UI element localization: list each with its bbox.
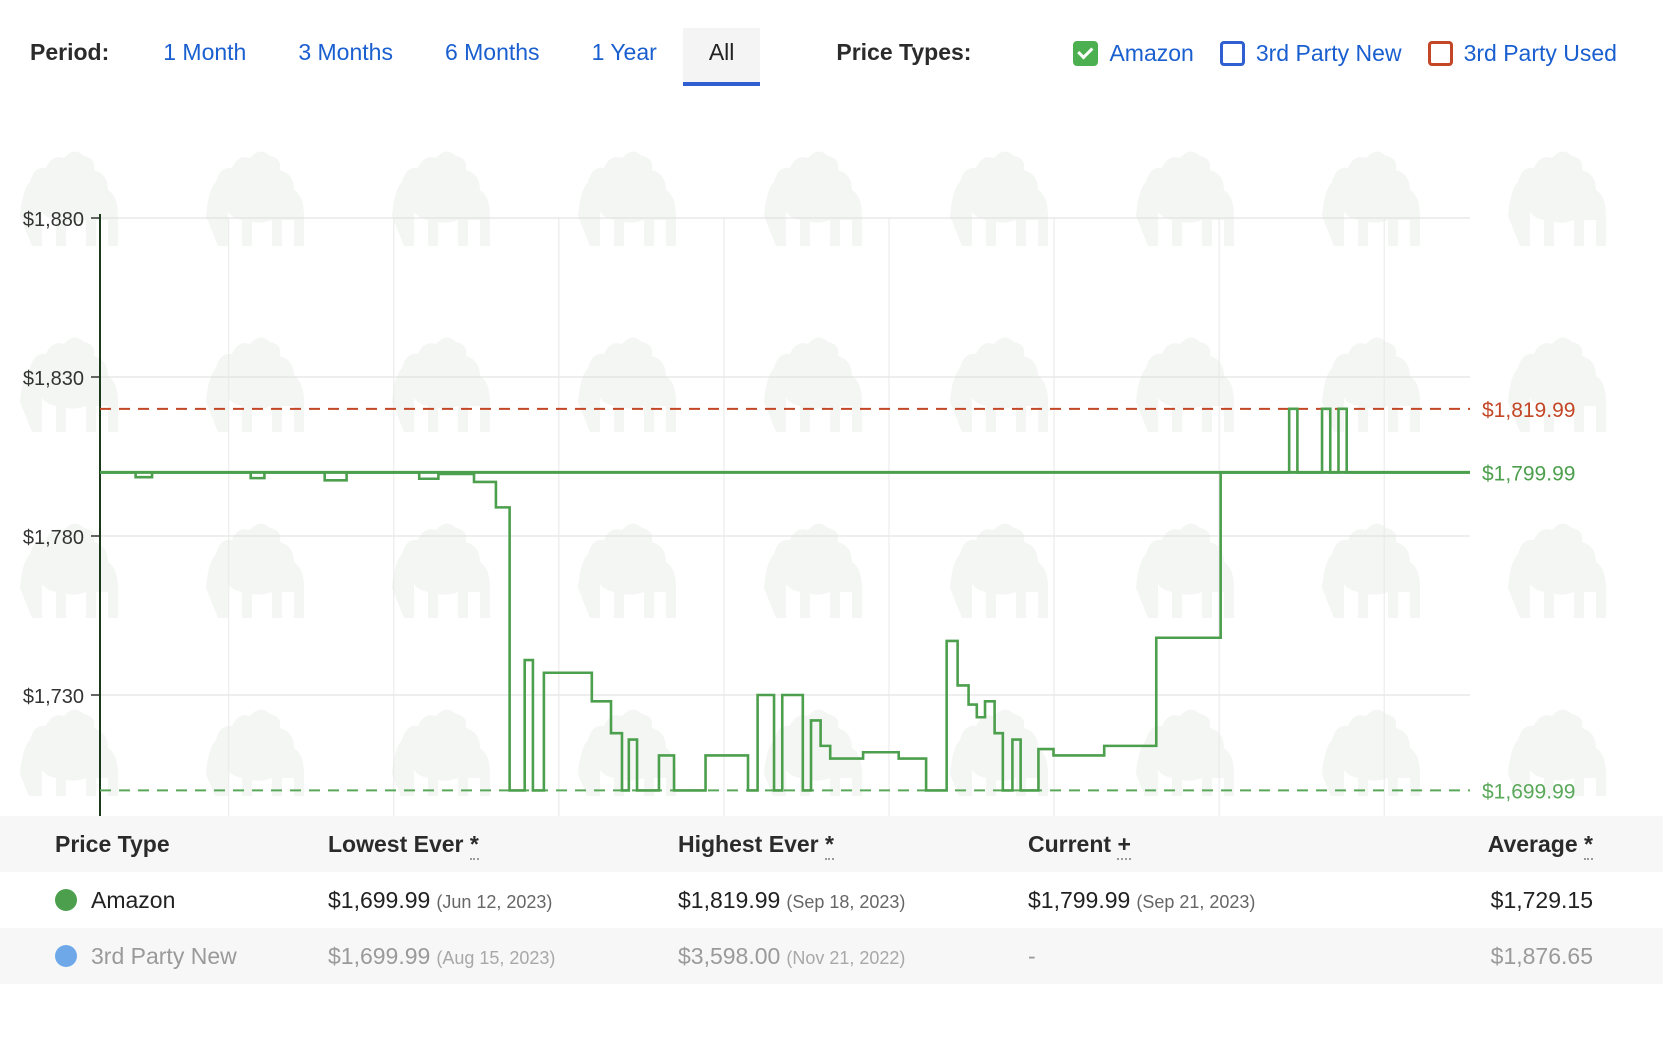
period-option-all[interactable]: All [683,28,761,86]
table-row[interactable]: 3rd Party New $1,699.99 (Aug 15, 2023) $3,5… [0,928,1663,984]
price-type-selector: Amazon 3rd Party New 3rd Party Used [1047,39,1617,67]
lowest-ever-date: (Aug 15, 2023) [436,948,555,968]
highest-ever-date: (Nov 21, 2022) [786,948,905,968]
header-lowest-ever-marker[interactable]: * [470,831,479,860]
checkbox-3rd-party-new[interactable] [1220,41,1245,66]
average-price: $1,876.65 [1491,943,1593,969]
header-price-type: Price Type [0,816,310,872]
reference-line-label: $1,819.99 [1482,399,1575,422]
header-highest-ever-label: Highest Ever [678,831,819,857]
header-average-label: Average [1488,831,1578,857]
row-price-type-label: Amazon [91,887,175,914]
price-type-label: 3rd Party New [1256,39,1402,67]
cell-highest-ever: $3,598.00 (Nov 21, 2022) [660,928,1010,984]
check-icon [1077,43,1093,59]
header-average-marker[interactable]: * [1584,831,1593,860]
y-axis-tick-label: $1,880 [23,209,84,231]
cell-current: $1,799.99 (Sep 21, 2023) [1010,872,1360,928]
checkbox-amazon[interactable] [1073,41,1098,66]
price-summary-table: Price Type Lowest Ever * Highest Ever * … [0,816,1663,984]
y-axis-tick-label: $1,830 [23,368,84,390]
cell-average: $1,729.15 [1360,872,1663,928]
y-axis-tick-label: $1,730 [23,686,84,708]
chart-toolbar: Period: 1 Month3 Months6 Months1 YearAll… [0,0,1663,96]
checkbox-3rd-party-used[interactable] [1428,41,1453,66]
header-price-type-label: Price Type [55,831,170,857]
header-current-marker[interactable]: + [1117,831,1130,860]
highest-ever-price: $1,819.99 [678,887,780,913]
price-types-label: Price Types: [836,38,971,66]
period-selector: 1 Month3 Months6 Months1 YearAll [137,28,760,86]
legend-dot-icon [55,889,77,911]
header-average: Average * [1360,816,1663,872]
cell-price-type: 3rd Party New [0,928,310,984]
table-body: Amazon $1,699.99 (Jun 12, 2023) $1,819.99 (S… [0,872,1663,984]
highest-ever-date: (Sep 18, 2023) [786,892,905,912]
table-header-row: Price Type Lowest Ever * Highest Ever * … [0,816,1663,872]
price-history-chart[interactable]: $1,880$1,830$1,780$1,730$1,680MarAprMayJ… [0,96,1663,816]
table-row[interactable]: Amazon $1,699.99 (Jun 12, 2023) $1,819.99 (S… [0,872,1663,928]
price-type-label: Amazon [1109,39,1193,67]
period-option-1-month[interactable]: 1 Month [137,28,272,82]
header-highest-ever-marker[interactable]: * [825,831,834,860]
header-lowest-ever-label: Lowest Ever [328,831,464,857]
lowest-ever-date: (Jun 12, 2023) [436,892,552,912]
y-axis-tick-label: $1,780 [23,527,84,549]
highest-ever-price: $3,598.00 [678,943,780,969]
period-option-6-months[interactable]: 6 Months [419,28,566,82]
period-option-3-months[interactable]: 3 Months [272,28,419,82]
price-type-label: 3rd Party Used [1464,39,1617,67]
header-current-label: Current [1028,831,1111,857]
period-label: Period: [30,38,109,66]
cell-lowest-ever: $1,699.99 (Jun 12, 2023) [310,872,660,928]
header-lowest-ever: Lowest Ever * [310,816,660,872]
current-price: - [1028,943,1036,969]
header-highest-ever: Highest Ever * [660,816,1010,872]
current-price: $1,799.99 [1028,887,1130,913]
legend-dot-icon [55,945,77,967]
price-type-option-amazon[interactable]: Amazon [1073,39,1193,67]
cell-current: - [1010,928,1360,984]
cell-lowest-ever: $1,699.99 (Aug 15, 2023) [310,928,660,984]
row-price-type-label: 3rd Party New [91,943,237,970]
chart-canvas[interactable]: $1,880$1,830$1,780$1,730$1,680MarAprMayJ… [0,96,1663,816]
price-type-option-3rd-party-used[interactable]: 3rd Party Used [1428,39,1617,67]
table-header: Price Type Lowest Ever * Highest Ever * … [0,816,1663,872]
lowest-ever-price: $1,699.99 [328,943,430,969]
header-current: Current + [1010,816,1360,872]
price-type-option-3rd-party-new[interactable]: 3rd Party New [1220,39,1402,67]
reference-line-label: $1,699.99 [1482,780,1575,803]
cell-highest-ever: $1,819.99 (Sep 18, 2023) [660,872,1010,928]
cell-price-type: Amazon [0,872,310,928]
average-price: $1,729.15 [1491,887,1593,913]
current-date: (Sep 21, 2023) [1136,892,1255,912]
cell-average: $1,876.65 [1360,928,1663,984]
reference-line-label: $1,799.99 [1482,462,1575,485]
period-option-1-year[interactable]: 1 Year [566,28,683,82]
lowest-ever-price: $1,699.99 [328,887,430,913]
